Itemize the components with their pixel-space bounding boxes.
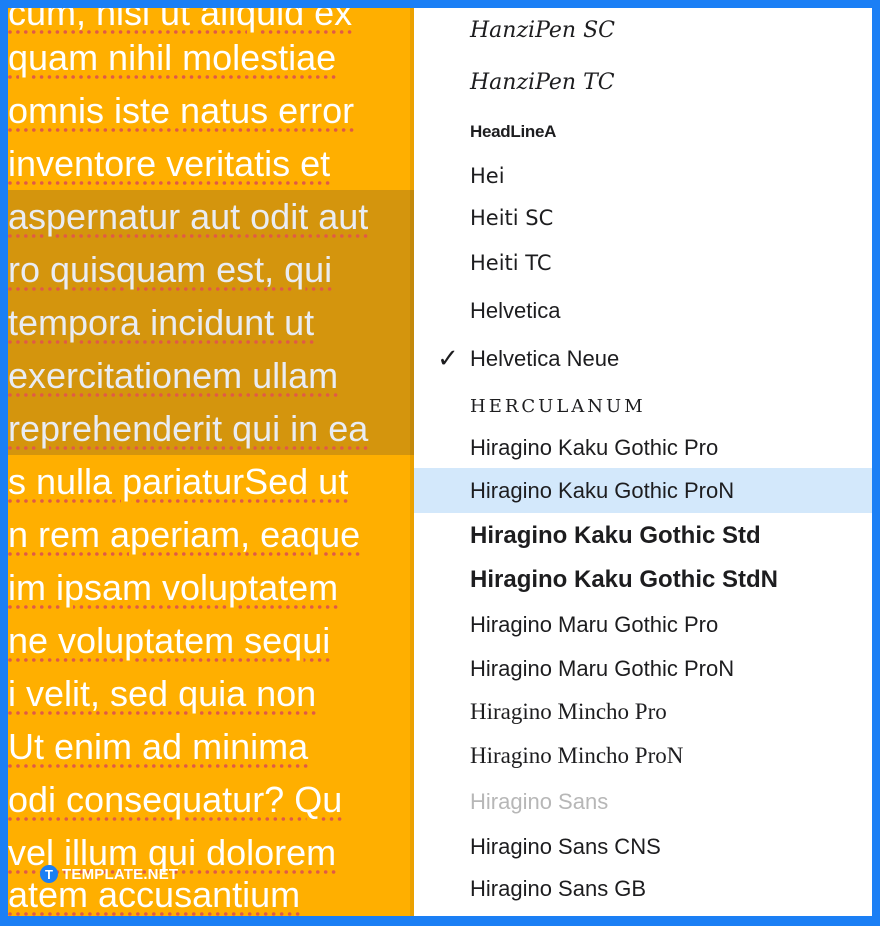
font-item-label: HERCULANUM: [470, 395, 646, 417]
font-item-hiragino-mincho-pro[interactable]: Hiragino Mincho Pro: [414, 690, 872, 734]
font-item-label: Hiragino Sans CNS: [470, 834, 661, 859]
font-item-hiragino-sans-cns[interactable]: Hiragino Sans CNS: [414, 825, 872, 869]
font-item-label: Heiti SC: [470, 206, 554, 230]
selected-document-line: aspernatur aut odit aut: [8, 190, 414, 243]
font-item-hanzipen-sc[interactable]: HanziPen SC: [414, 8, 872, 52]
font-item-headlinea[interactable]: HeadLineA: [414, 110, 872, 154]
font-item-helvetica[interactable]: Helvetica: [414, 289, 872, 333]
font-item-label: HanziPen TC: [470, 69, 615, 95]
font-item-label: Hiragino Mincho Pro: [470, 699, 667, 724]
font-item-hiragino-maru-gothic-pron[interactable]: Hiragino Maru Gothic ProN: [414, 647, 872, 691]
font-item-hiragino-sans-gb[interactable]: Hiragino Sans GB: [414, 867, 872, 911]
font-item-heiti-sc[interactable]: Heiti SC: [414, 196, 872, 240]
font-item-herculanum[interactable]: HERCULANUM: [414, 384, 872, 428]
logo-icon: T: [40, 865, 58, 883]
font-item-hiragino-kaku-gothic-pro[interactable]: Hiragino Kaku Gothic Pro: [414, 426, 872, 470]
font-item-hiragino-maru-gothic-pro[interactable]: Hiragino Maru Gothic Pro: [414, 603, 872, 647]
watermark-logo: T TEMPLATE.NET: [40, 863, 178, 885]
font-item-label: Hiragino Kaku Gothic StdN: [470, 566, 779, 593]
checkmark-icon: ✓: [437, 344, 459, 374]
document-line: inventore veritatis et: [8, 143, 331, 184]
selected-document-line: reprehenderit qui in ea: [8, 402, 414, 455]
document-line: quam nihil molestiae: [8, 37, 337, 78]
font-item-label: Hiragino Kaku Gothic Pro: [470, 435, 719, 460]
screenshot-frame: cum, nisi ut aliquid ex quam nihil moles…: [8, 8, 872, 916]
font-item-label: Helvetica: [470, 298, 561, 323]
document-line: odi consequatur? Qu: [8, 779, 343, 820]
document-line: i velit, sed quia non: [8, 673, 317, 714]
font-item-hiragino-kaku-gothic-stdn[interactable]: Hiragino Kaku Gothic StdN: [414, 558, 872, 602]
font-item-label: Hei: [470, 164, 505, 188]
document-line: n rem aperiam, eaque: [8, 514, 361, 555]
selected-document-line: exercitationem ullam: [8, 349, 414, 402]
font-item-hei[interactable]: Hei: [414, 154, 872, 198]
document-canvas[interactable]: cum, nisi ut aliquid ex quam nihil moles…: [8, 8, 414, 916]
font-item-label: Hiragino Kaku Gothic ProN: [470, 477, 735, 503]
font-item-heiti-tc[interactable]: Heiti TC: [414, 241, 872, 285]
document-line: Ut enim ad minima: [8, 726, 309, 767]
selected-document-line: ro quisquam est, qui: [8, 243, 414, 296]
selected-document-line: tempora incidunt ut: [8, 296, 414, 349]
font-item-label: Heiti TC: [470, 251, 552, 275]
font-item-hiragino-sans: Hiragino Sans: [414, 780, 872, 824]
font-item-helvetica-neue[interactable]: ✓ Helvetica Neue: [414, 337, 872, 381]
document-line: im ipsam voluptatem: [8, 567, 339, 608]
font-item-label: HanziPen SC: [470, 17, 615, 43]
document-line: ne voluptatem sequi: [8, 620, 331, 661]
font-item-label: Hiragino Maru Gothic ProN: [470, 656, 735, 681]
font-menu[interactable]: HanziPen SC HanziPen TC HeadLineA Hei He…: [414, 8, 872, 916]
font-item-hanzipen-tc[interactable]: HanziPen TC: [414, 60, 872, 104]
font-item-label: Hiragino Sans: [470, 789, 609, 814]
font-item-label: Helvetica Neue: [470, 346, 620, 371]
font-item-label: Hiragino Sans GB: [470, 876, 647, 901]
font-item-hiragino-kaku-gothic-std[interactable]: Hiragino Kaku Gothic Std: [414, 514, 872, 558]
font-item-label: HeadLineA: [470, 122, 557, 141]
font-item-hiragino-kaku-gothic-pron[interactable]: Hiragino Kaku Gothic ProN: [414, 468, 872, 513]
logo-text: TEMPLATE.NET: [62, 865, 179, 883]
font-item-label: Hiragino Kaku Gothic Std: [470, 522, 761, 549]
font-item-hiragino-mincho-pron[interactable]: Hiragino Mincho ProN: [414, 734, 872, 778]
document-line: omnis iste natus error: [8, 90, 355, 131]
document-line: s nulla pariaturSed ut: [8, 461, 349, 502]
font-item-label: Hiragino Maru Gothic Pro: [470, 612, 719, 637]
font-item-label: Hiragino Mincho ProN: [470, 743, 684, 768]
